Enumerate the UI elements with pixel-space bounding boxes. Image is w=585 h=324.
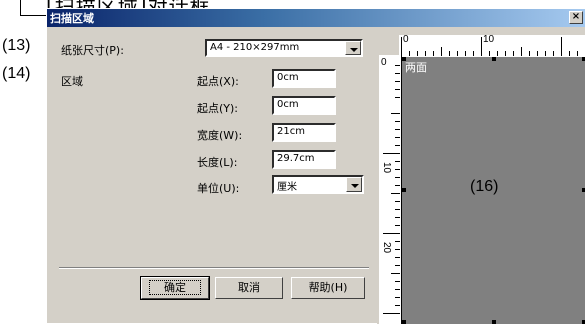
dialog-title: 扫描区域 [50, 12, 94, 25]
origin-x-value: 0cm [277, 72, 299, 83]
scan-area-dialog: 扫描区域 × 纸张尺寸(P): A4 - 210×297mm 区域 起点(X):… [46, 8, 585, 324]
callout-13: (13) [2, 37, 31, 54]
ruler-left-label: 10 [381, 162, 392, 174]
origin-y-input[interactable]: 0cm [272, 96, 336, 115]
length-value: 29.7cm [277, 153, 315, 164]
ruler-left-label: 0 [381, 57, 387, 68]
unit-value: 厘米 [277, 182, 297, 193]
callout-14: (14) [2, 65, 31, 82]
length-input[interactable]: 29.7cm [272, 150, 336, 169]
width-value: 21cm [277, 126, 305, 137]
resize-handle[interactable] [492, 320, 496, 324]
ruler-horizontal: 0 10 [399, 34, 585, 58]
origin-x-label: 起点(X): [197, 75, 239, 88]
resize-handle[interactable] [402, 57, 406, 61]
help-button-label: 帮助(H) [308, 281, 348, 294]
ruler-top-label: 10 [483, 34, 495, 45]
unit-select[interactable]: 厘米 [272, 175, 364, 194]
chevron-down-icon[interactable] [345, 41, 361, 55]
callout-bracket [20, 0, 21, 16]
resize-handle[interactable] [492, 57, 496, 61]
resize-handle[interactable] [402, 188, 406, 192]
callout-16: (16) [470, 178, 499, 195]
help-button[interactable]: 帮助(H) [291, 277, 365, 299]
origin-y-label: 起点(Y): [197, 102, 239, 115]
dialog-titlebar[interactable]: 扫描区域 × [47, 9, 585, 27]
cancel-button[interactable]: 取消 [215, 277, 283, 299]
ruler-vertical: 0 10 20 [379, 55, 402, 324]
resize-handle[interactable] [402, 320, 406, 324]
paper-size-label: 纸张尺寸(P): [61, 44, 124, 57]
length-label: 长度(L): [197, 156, 238, 169]
cancel-button-label: 取消 [238, 281, 260, 294]
preview-side-label: 两面 [405, 61, 427, 74]
paper-size-value: A4 - 210×297mm [210, 42, 300, 53]
ruler-left-label: 20 [381, 242, 392, 254]
width-input[interactable]: 21cm [272, 123, 336, 142]
paper-size-select[interactable]: A4 - 210×297mm [205, 39, 363, 57]
chevron-down-icon[interactable] [346, 177, 362, 192]
separator [59, 267, 369, 269]
ok-button-label: 确定 [149, 280, 201, 295]
origin-x-input[interactable]: 0cm [272, 69, 336, 88]
unit-label: 单位(U): [197, 182, 240, 195]
origin-y-value: 0cm [277, 99, 299, 110]
close-icon: × [571, 11, 581, 22]
width-label: 宽度(W): [197, 129, 243, 142]
ok-button[interactable]: 确定 [140, 276, 210, 300]
ruler-top-label: 0 [403, 34, 409, 45]
close-button[interactable]: × [569, 11, 583, 24]
region-label: 区域 [61, 75, 83, 88]
